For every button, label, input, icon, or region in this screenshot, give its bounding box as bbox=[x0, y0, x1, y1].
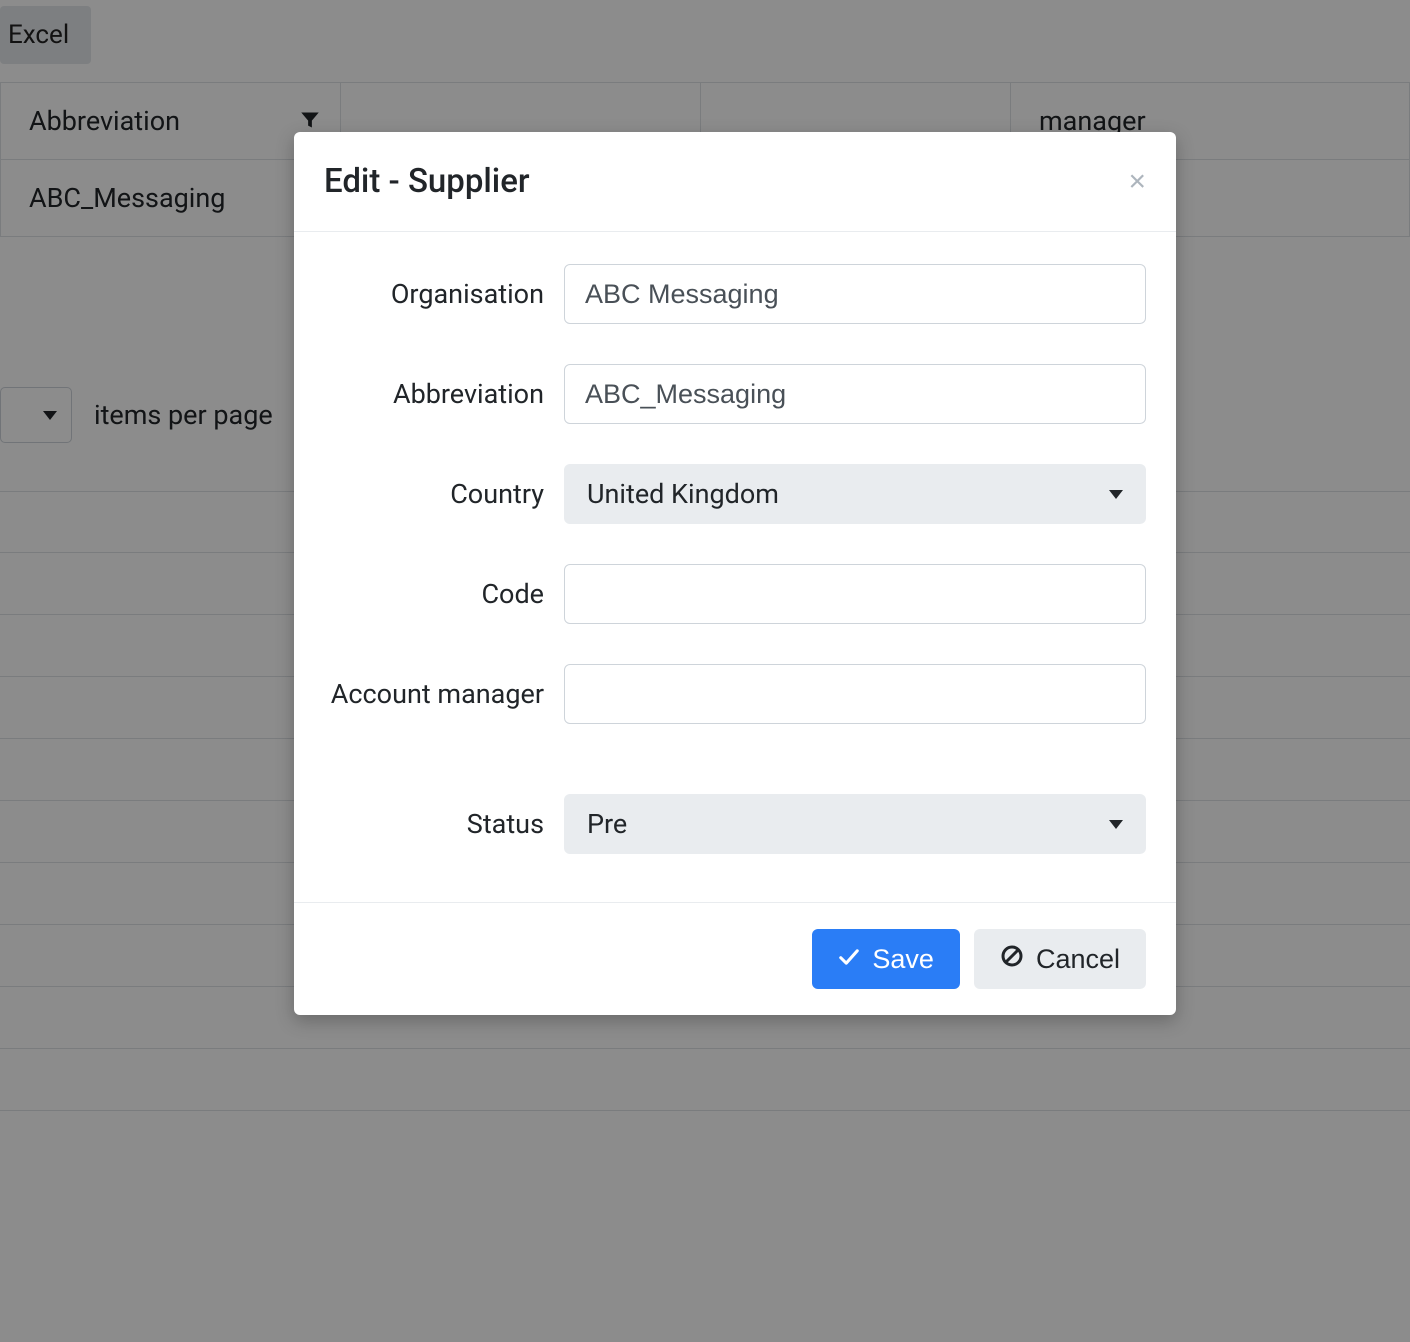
account-manager-label: Account manager bbox=[324, 664, 564, 712]
modal-header: Edit - Supplier × bbox=[294, 132, 1176, 232]
country-label: Country bbox=[324, 464, 564, 512]
account-manager-input[interactable] bbox=[564, 664, 1146, 724]
code-input[interactable] bbox=[564, 564, 1146, 624]
field-status: Status Pre bbox=[324, 794, 1146, 854]
save-button[interactable]: Save bbox=[812, 929, 960, 989]
country-value: United Kingdom bbox=[587, 478, 779, 510]
cancel-icon bbox=[1000, 944, 1024, 975]
field-country: Country United Kingdom bbox=[324, 464, 1146, 524]
country-select[interactable]: United Kingdom bbox=[564, 464, 1146, 524]
cancel-button-label: Cancel bbox=[1036, 944, 1120, 975]
modal-footer: Save Cancel bbox=[294, 902, 1176, 1015]
abbreviation-input[interactable] bbox=[564, 364, 1146, 424]
field-code: Code bbox=[324, 564, 1146, 624]
save-button-label: Save bbox=[872, 944, 934, 975]
modal-body: Organisation Abbreviation Country United… bbox=[294, 232, 1176, 902]
status-select[interactable]: Pre bbox=[564, 794, 1146, 854]
chevron-down-icon bbox=[1109, 490, 1123, 499]
abbreviation-label: Abbreviation bbox=[324, 364, 564, 412]
field-abbreviation: Abbreviation bbox=[324, 364, 1146, 424]
field-account-manager: Account manager bbox=[324, 664, 1146, 724]
status-value: Pre bbox=[587, 808, 627, 840]
code-label: Code bbox=[324, 564, 564, 612]
chevron-down-icon bbox=[1109, 820, 1123, 829]
organisation-label: Organisation bbox=[324, 264, 564, 312]
modal-title: Edit - Supplier bbox=[324, 162, 530, 201]
organisation-input[interactable] bbox=[564, 264, 1146, 324]
edit-supplier-modal: Edit - Supplier × Organisation Abbreviat… bbox=[294, 132, 1176, 1015]
status-label: Status bbox=[324, 794, 564, 842]
cancel-button[interactable]: Cancel bbox=[974, 929, 1146, 989]
check-icon bbox=[838, 944, 860, 975]
close-icon[interactable]: × bbox=[1128, 167, 1146, 197]
field-organisation: Organisation bbox=[324, 264, 1146, 324]
